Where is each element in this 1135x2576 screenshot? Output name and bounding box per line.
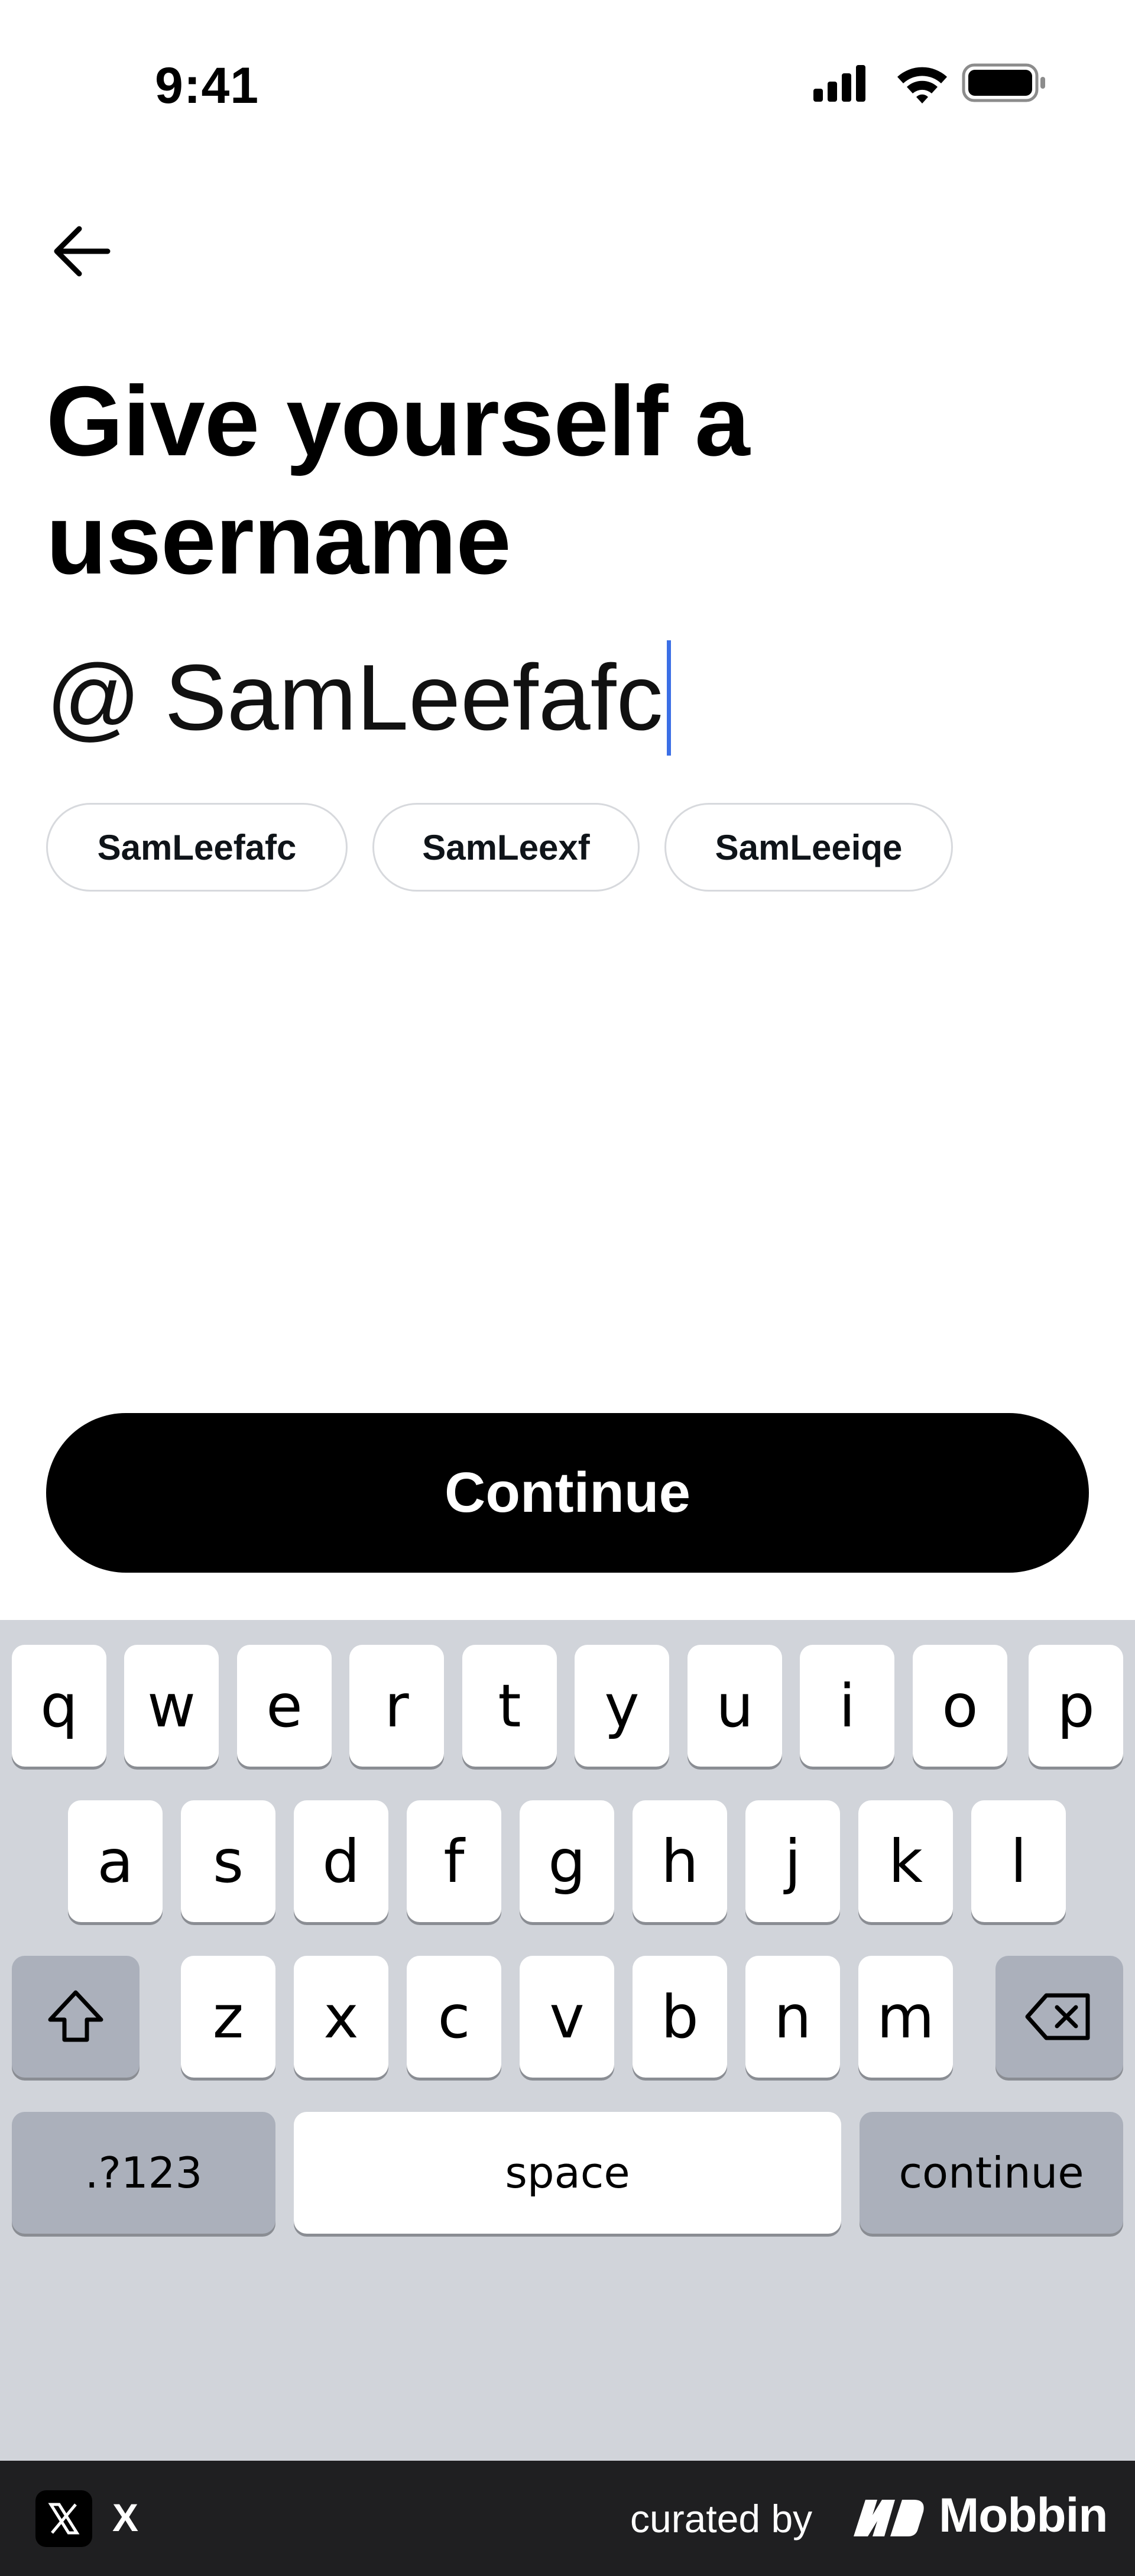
key-a[interactable]: a bbox=[68, 1800, 163, 1922]
page-title: Give yourself a username bbox=[46, 362, 1051, 598]
username-suggestions: SamLeefafc SamLeexf SamLeeiqe bbox=[46, 803, 953, 892]
x-logo-icon bbox=[48, 2503, 80, 2535]
key-x[interactable]: x bbox=[294, 1956, 388, 2078]
key-r[interactable]: r bbox=[349, 1645, 444, 1767]
keyboard: q w e r t y u i o p a s d f g h j k l z … bbox=[0, 1620, 1135, 2461]
page-title-line2: username bbox=[46, 484, 511, 595]
username-input[interactable]: @ SamLeefafc bbox=[46, 639, 1087, 757]
shift-icon bbox=[48, 1990, 103, 2042]
cellular-signal-icon bbox=[813, 65, 865, 102]
continue-button[interactable]: Continue bbox=[46, 1413, 1089, 1573]
key-t[interactable]: t bbox=[462, 1645, 557, 1767]
footer-app-name: X bbox=[112, 2496, 139, 2539]
key-e[interactable]: e bbox=[237, 1645, 332, 1767]
key-f[interactable]: f bbox=[407, 1800, 501, 1922]
space-key[interactable]: space bbox=[294, 2112, 841, 2234]
status-time: 9:41 bbox=[155, 57, 260, 114]
key-s[interactable]: s bbox=[181, 1800, 275, 1922]
status-icons bbox=[813, 63, 1045, 103]
key-i[interactable]: i bbox=[800, 1645, 894, 1767]
key-b[interactable]: b bbox=[633, 1956, 727, 2078]
return-key[interactable]: continue bbox=[860, 2112, 1123, 2234]
key-m[interactable]: m bbox=[858, 1956, 953, 2078]
key-c[interactable]: c bbox=[407, 1956, 501, 2078]
key-v[interactable]: v bbox=[520, 1956, 614, 2078]
key-z[interactable]: z bbox=[181, 1956, 275, 2078]
wifi-icon bbox=[897, 67, 947, 103]
key-l[interactable]: l bbox=[971, 1800, 1066, 1922]
key-g[interactable]: g bbox=[520, 1800, 614, 1922]
arrow-left-icon bbox=[54, 226, 111, 277]
key-n[interactable]: n bbox=[745, 1956, 840, 2078]
delete-key[interactable] bbox=[995, 1956, 1123, 2078]
key-h[interactable]: h bbox=[633, 1800, 727, 1922]
mobbin-brand: Mobbin bbox=[939, 2488, 1108, 2542]
key-j[interactable]: j bbox=[745, 1800, 840, 1922]
suggestion-chip[interactable]: SamLeefafc bbox=[46, 803, 348, 892]
shift-key[interactable] bbox=[12, 1956, 140, 2078]
key-d[interactable]: d bbox=[294, 1800, 388, 1922]
key-w[interactable]: w bbox=[124, 1645, 219, 1767]
key-y[interactable]: y bbox=[575, 1645, 669, 1767]
suggestion-chip[interactable]: SamLeexf bbox=[372, 803, 640, 892]
key-o[interactable]: o bbox=[913, 1645, 1007, 1767]
x-app-icon bbox=[35, 2490, 92, 2547]
username-value: SamLeefafc bbox=[164, 645, 663, 750]
battery-icon bbox=[962, 63, 1045, 102]
key-q[interactable]: q bbox=[12, 1645, 106, 1767]
text-cursor bbox=[666, 640, 671, 756]
suggestion-chip[interactable]: SamLeeiqe bbox=[664, 803, 953, 892]
footer-bar: X curated by Mobbin bbox=[0, 2461, 1135, 2576]
numbers-key[interactable]: .?123 bbox=[12, 2112, 275, 2234]
username-prefix: @ bbox=[46, 645, 141, 750]
mobbin-logo-icon bbox=[854, 2500, 924, 2536]
key-p[interactable]: p bbox=[1029, 1645, 1123, 1767]
key-u[interactable]: u bbox=[688, 1645, 782, 1767]
backspace-icon bbox=[1025, 1993, 1090, 2040]
key-k[interactable]: k bbox=[858, 1800, 953, 1922]
curated-by-label: curated by bbox=[630, 2497, 813, 2541]
back-button[interactable] bbox=[48, 219, 119, 284]
page-title-line1: Give yourself a bbox=[46, 365, 750, 477]
